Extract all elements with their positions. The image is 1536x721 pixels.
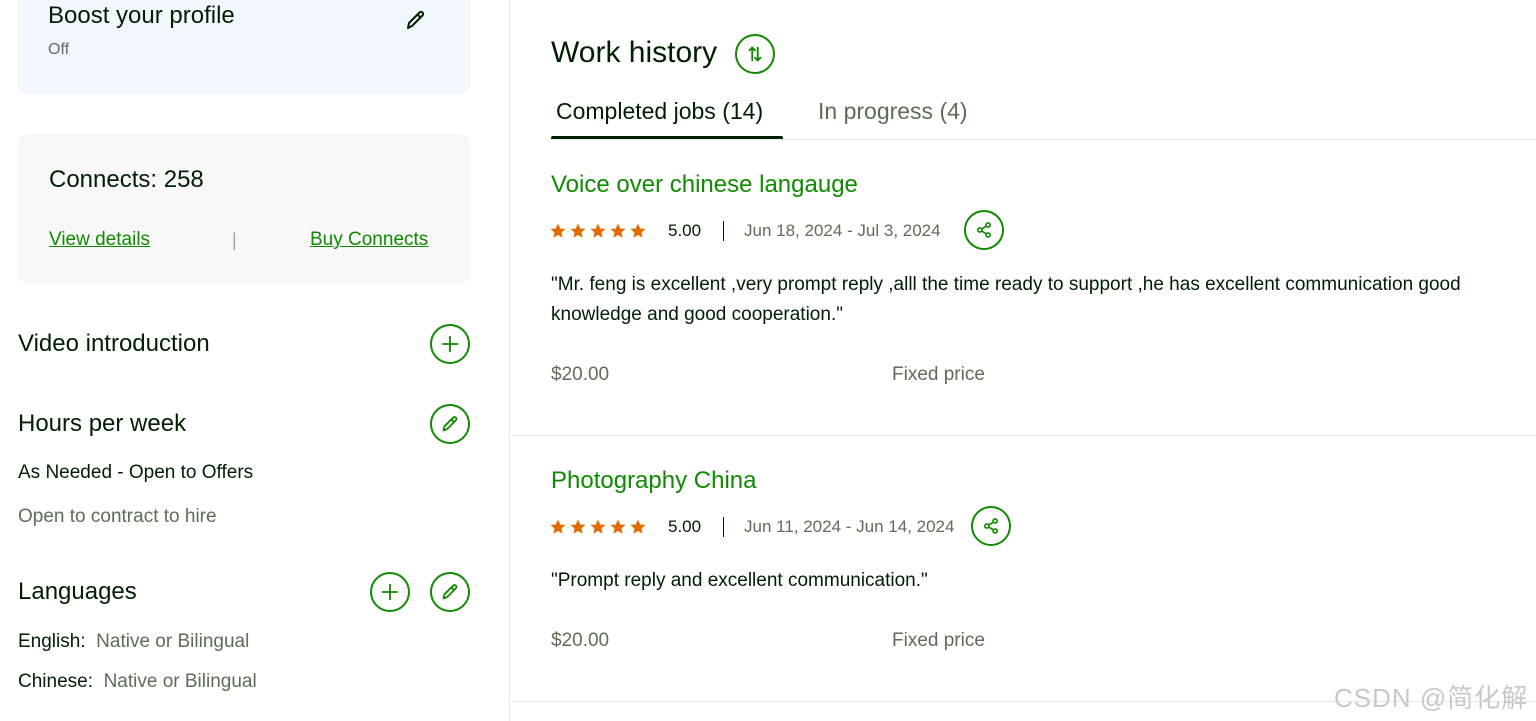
boost-profile-card: Boost your profile Off bbox=[18, 0, 470, 94]
star-rating bbox=[549, 518, 647, 536]
add-video-button[interactable] bbox=[430, 324, 470, 364]
job-price: $20.00 bbox=[551, 630, 610, 651]
language-level: Native or Bilingual bbox=[103, 671, 257, 692]
tab-completed-jobs[interactable]: Completed jobs (14) bbox=[556, 98, 763, 125]
star-icon bbox=[570, 519, 586, 534]
view-details-link[interactable]: View details bbox=[49, 229, 150, 251]
edit-languages-button[interactable] bbox=[430, 572, 470, 612]
star-icon bbox=[630, 223, 646, 238]
share-icon bbox=[983, 518, 999, 534]
language-item: Chinese: Native or Bilingual bbox=[18, 671, 257, 693]
boost-status: Off bbox=[48, 41, 70, 58]
star-icon bbox=[550, 223, 566, 238]
job-price-type: Fixed price bbox=[892, 630, 985, 651]
buy-connects-link[interactable]: Buy Connects bbox=[310, 229, 428, 251]
star-icon bbox=[570, 223, 586, 238]
star-rating bbox=[549, 222, 647, 240]
contract-to-hire: Open to contract to hire bbox=[18, 506, 217, 527]
link-divider: | bbox=[232, 230, 237, 250]
boost-edit-button[interactable] bbox=[404, 8, 432, 36]
add-language-button[interactable] bbox=[370, 572, 410, 612]
job-rating: 5.00 bbox=[668, 517, 702, 536]
boost-title: Boost your profile bbox=[48, 2, 235, 29]
star-icon bbox=[610, 223, 626, 238]
edit-hours-button[interactable] bbox=[430, 404, 470, 444]
job-price: $20.00 bbox=[551, 364, 610, 385]
language-level: Native or Bilingual bbox=[96, 631, 250, 652]
star-icon bbox=[550, 519, 566, 534]
star-icon bbox=[590, 223, 606, 238]
csdn-watermark: CSDN @简化解 bbox=[1334, 683, 1529, 713]
job-review: "Prompt reply and excellent communicatio… bbox=[551, 570, 928, 591]
star-icon bbox=[630, 519, 646, 534]
job-price-type: Fixed price bbox=[892, 364, 985, 385]
connects-card: Connects: 258 View details | Buy Connect… bbox=[18, 134, 470, 284]
work-history-panel: Work history Completed jobs (14) In prog… bbox=[511, 0, 1536, 721]
language-name: English: bbox=[18, 631, 86, 652]
language-name: Chinese: bbox=[18, 671, 93, 692]
share-job-button[interactable] bbox=[971, 506, 1011, 546]
job-title-link[interactable]: Photography China bbox=[551, 467, 756, 495]
sort-work-history-button[interactable] bbox=[735, 34, 775, 74]
language-item: English: Native or Bilingual bbox=[18, 631, 249, 653]
job-divider bbox=[511, 435, 1536, 436]
hours-per-week-title: Hours per week bbox=[18, 410, 187, 437]
tabs-divider bbox=[551, 139, 1536, 140]
plus-icon bbox=[441, 335, 459, 353]
plus-icon bbox=[381, 583, 399, 601]
profile-sidebar: Boost your profile Off Connects: 258 Vie… bbox=[0, 0, 510, 721]
hours-value: As Needed - Open to Offers bbox=[18, 462, 254, 483]
work-history-title: Work history bbox=[551, 36, 718, 69]
job-rating: 5.00 bbox=[668, 221, 702, 240]
pencil-icon bbox=[442, 416, 458, 432]
share-job-button[interactable] bbox=[964, 210, 1004, 250]
connects-count: Connects: 258 bbox=[49, 166, 204, 193]
star-icon bbox=[590, 519, 606, 534]
sort-arrows-icon bbox=[748, 46, 762, 62]
job-review: "Mr. feng is excellent ,very prompt repl… bbox=[551, 274, 1461, 325]
job-dates: Jun 11, 2024 - Jun 14, 2024 bbox=[744, 517, 955, 536]
video-introduction-title: Video introduction bbox=[18, 330, 210, 357]
job-title-link[interactable]: Voice over chinese langauge bbox=[551, 171, 858, 199]
meta-divider bbox=[723, 517, 724, 537]
share-icon bbox=[976, 222, 992, 238]
meta-divider bbox=[723, 221, 724, 241]
job-dates: Jun 18, 2024 - Jul 3, 2024 bbox=[744, 221, 941, 240]
pencil-icon bbox=[442, 584, 458, 600]
languages-title: Languages bbox=[18, 578, 137, 605]
pencil-icon bbox=[407, 10, 425, 29]
tab-in-progress[interactable]: In progress (4) bbox=[818, 98, 968, 125]
star-icon bbox=[610, 519, 626, 534]
